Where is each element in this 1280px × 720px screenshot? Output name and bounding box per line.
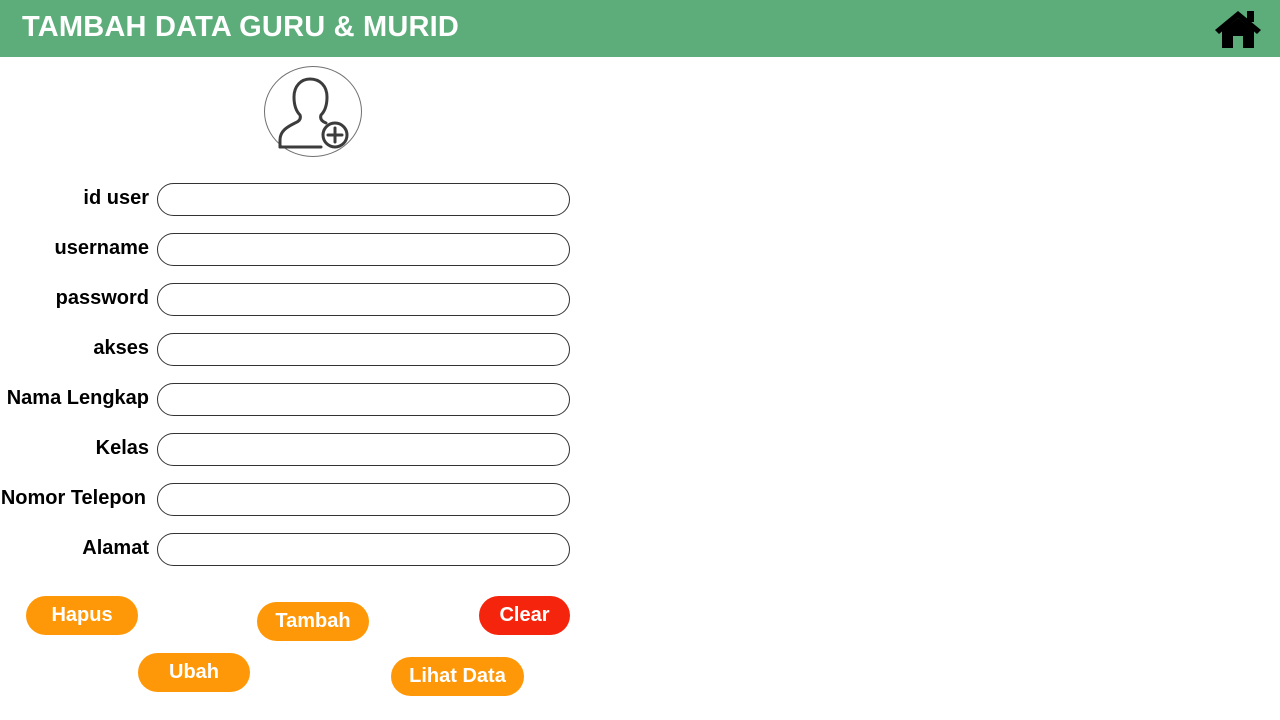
label-alamat: Alamat <box>82 537 149 559</box>
label-username: username <box>54 237 150 259</box>
hapus-button[interactable]: Hapus <box>26 596 138 635</box>
password-input[interactable] <box>157 283 570 316</box>
home-button[interactable] <box>1212 7 1264 51</box>
akses-input[interactable] <box>157 333 570 366</box>
label-nama-lengkap: Nama Lengkap <box>6 387 149 409</box>
page-title: TAMBAH DATA GURU & MURID <box>22 11 460 43</box>
nama-lengkap-input[interactable] <box>157 383 570 416</box>
kelas-input[interactable] <box>157 433 570 466</box>
username-input[interactable] <box>157 233 570 266</box>
add-user-icon <box>278 77 349 149</box>
nomor-telepon-input[interactable] <box>157 483 570 516</box>
label-password: password <box>55 287 149 309</box>
label-id-user: id user <box>83 187 149 209</box>
clear-button[interactable]: Clear <box>479 596 570 635</box>
tambah-button[interactable]: Tambah <box>257 602 369 641</box>
add-user-avatar-button[interactable] <box>264 66 362 157</box>
lihat-data-button[interactable]: Lihat Data <box>391 657 524 696</box>
label-kelas: Kelas <box>95 437 149 459</box>
ubah-button[interactable]: Ubah <box>138 653 250 692</box>
label-akses: akses <box>93 337 149 359</box>
header-bar: TAMBAH DATA GURU & MURID <box>0 0 1280 57</box>
id-user-input[interactable] <box>157 183 570 216</box>
alamat-input[interactable] <box>157 533 570 566</box>
home-icon <box>1215 11 1261 48</box>
label-nomor-telepon: Nomor Telepon <box>0 487 146 509</box>
